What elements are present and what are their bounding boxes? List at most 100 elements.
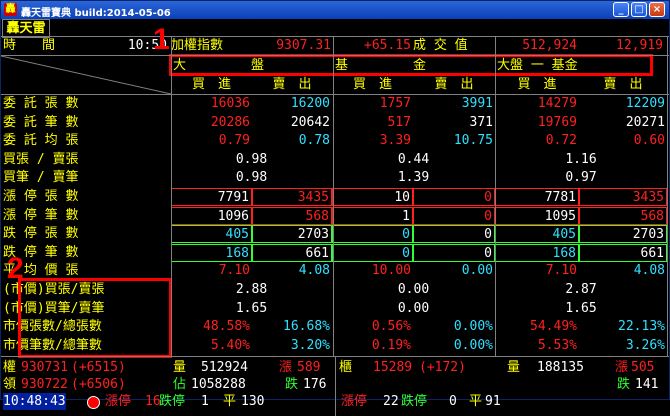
subcol-sell: 賣 出 <box>434 77 474 92</box>
otc-down-count: 141 <box>635 377 659 392</box>
row-value: 3435 <box>579 188 667 206</box>
minimize-button[interactable]: _ <box>613 2 629 17</box>
ticker-label-quan: 權 <box>3 360 17 375</box>
row-value: 2.88 <box>235 282 268 297</box>
row-label: 跌 停 筆 數 <box>3 245 79 260</box>
row-value: 0.98 <box>235 170 268 185</box>
row-value: 19769 <box>537 115 577 130</box>
ticker-up-label: 漲 <box>279 360 293 375</box>
row-value: 0.72 <box>545 133 577 148</box>
ticker-change: (+6506) <box>71 377 126 392</box>
row-value: 0 <box>332 225 413 243</box>
row-value: 10 <box>332 188 413 206</box>
otc-value: 15289 <box>373 360 413 375</box>
row-value: 1.65 <box>235 301 268 316</box>
row-value: 661 <box>252 244 332 262</box>
grid-line <box>1 94 669 95</box>
close-button[interactable]: × <box>649 2 665 17</box>
row-value: 4.08 <box>633 263 665 278</box>
subcol-buy: 買 進 <box>517 77 557 92</box>
row-value: 20286 <box>210 115 250 130</box>
row-value: 517 <box>387 115 411 130</box>
row-value: 1757 <box>379 96 411 111</box>
row-value: 5.53% <box>537 338 577 353</box>
row-value: 0 <box>413 207 495 225</box>
maximize-button[interactable]: □ <box>631 2 647 17</box>
row-value: 0.44 <box>397 152 430 167</box>
grid-line <box>335 356 336 416</box>
row-value: 405 <box>171 225 252 243</box>
row-value: 661 <box>579 244 667 262</box>
app-window: 轟 轟天雷寶典 build:2014-05-06 _ □ × 轟天雷 時 間 10… <box>0 0 670 416</box>
grid-line <box>495 37 496 356</box>
row-value: 2.87 <box>565 282 597 297</box>
volume-value-1: 512,924 <box>522 38 577 53</box>
row-value: 20271 <box>625 115 665 130</box>
ticker-value: 930731 <box>21 360 68 375</box>
otc-up-count: 505 <box>631 360 655 375</box>
row-value: 10.75 <box>453 133 493 148</box>
limit-down-label: 跌停 <box>159 394 186 409</box>
row-value: 0.00 <box>461 263 493 278</box>
row-value: 7.10 <box>545 263 577 278</box>
row-value: 1095 <box>495 207 579 225</box>
window-title: 轟天雷寶典 build:2014-05-06 <box>21 8 171 19</box>
index-value: 9307.31 <box>276 38 331 53</box>
row-value: 16200 <box>290 96 330 111</box>
row-value: 568 <box>579 207 667 225</box>
row-value: 14279 <box>537 96 577 111</box>
ticker-label-volume: 量 <box>173 360 187 375</box>
row-value: 0.00 <box>397 301 430 316</box>
otc-volume-label: 量 <box>507 360 521 375</box>
row-value: 0 <box>413 188 495 206</box>
row-value: 16036 <box>210 96 250 111</box>
subcol-sell: 賣 出 <box>603 77 643 92</box>
otc-limit-down-count: 0 <box>449 394 457 409</box>
row-value: 7791 <box>171 188 252 206</box>
time-label: 時 間 <box>3 38 56 53</box>
callout-number-2: 2 <box>7 252 24 285</box>
row-label: 委 託 均 張 <box>3 133 79 148</box>
limit-down-count: 1 <box>201 394 209 409</box>
ticker-value: 930722 <box>21 377 68 392</box>
otc-flat-label: 平 <box>469 394 483 409</box>
row-label: 買筆 / 賣筆 <box>3 170 79 185</box>
ticker-volume: 512924 <box>201 360 248 375</box>
row-value: 0.19% <box>371 338 411 353</box>
row-value: 1.16 <box>565 152 597 167</box>
row-value: 3.39 <box>379 133 411 148</box>
row-value: 568 <box>252 207 332 225</box>
flat-label: 平 <box>223 394 237 409</box>
ticker-change: (+6515) <box>71 360 126 375</box>
row-label: 漲 停 張 數 <box>3 189 79 204</box>
limit-up-label: 漲停 <box>105 394 132 409</box>
row-value: 3991 <box>461 96 493 111</box>
subcol-buy: 買 進 <box>352 77 392 92</box>
ticker-up-count: 589 <box>297 360 321 375</box>
row-value: 3.20% <box>290 338 330 353</box>
callout-number-1: 1 <box>153 23 170 56</box>
otc-limit-down-label: 跌停 <box>401 394 428 409</box>
otc-volume: 188135 <box>537 360 584 375</box>
row-value: 0.56% <box>371 319 411 334</box>
row-value: 1.39 <box>397 170 430 185</box>
index-change: +65.15 <box>364 38 411 53</box>
index-label: 加權指數 <box>171 38 224 53</box>
row-value: 0.97 <box>565 170 597 185</box>
row-value: 2703 <box>252 225 332 243</box>
row-value: 0.79 <box>218 133 250 148</box>
row-value: 0.00% <box>453 319 493 334</box>
row-value: 0.00 <box>397 282 430 297</box>
row-label: 委 託 張 數 <box>3 96 79 111</box>
row-label: 委 託 筆 數 <box>3 115 79 130</box>
title-bar: 轟 轟天雷寶典 build:2014-05-06 _ □ × <box>1 1 669 19</box>
row-value: 3.26% <box>625 338 665 353</box>
volume-label: 成 交 值 <box>413 38 468 53</box>
otc-flat-count: 91 <box>485 394 501 409</box>
header-diagonal-divider <box>1 56 171 94</box>
ticker-down-label: 跌 <box>285 377 299 392</box>
app-icon: 轟 <box>4 3 17 16</box>
row-value: 20642 <box>290 115 330 130</box>
otc-limit-up-label: 漲停 <box>341 394 368 409</box>
ticker-label-share: 佔 <box>173 377 187 392</box>
